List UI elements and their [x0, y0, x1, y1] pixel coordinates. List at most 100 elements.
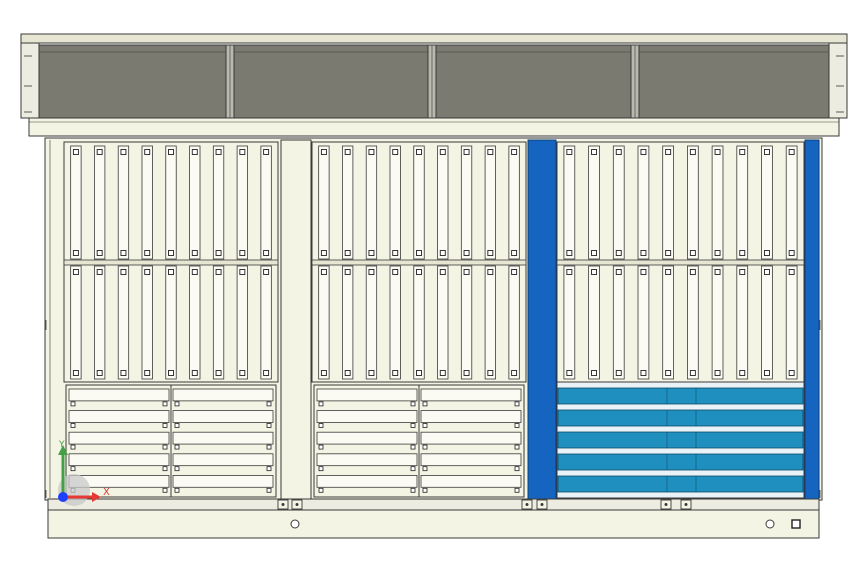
rack-slat	[189, 265, 201, 380]
rack-slat	[588, 265, 600, 380]
rack-slat	[563, 265, 576, 380]
rack-slat	[637, 265, 650, 380]
rack-slat	[612, 265, 625, 380]
z-axis-dot	[58, 492, 68, 502]
rack-slat	[413, 145, 425, 260]
rack-slat	[687, 145, 699, 260]
drawer	[172, 388, 274, 402]
highlighted-drawer	[557, 453, 804, 471]
drawer	[68, 431, 170, 445]
rack-slat	[94, 145, 106, 260]
rack-slat	[761, 265, 773, 380]
lifting-hole-left	[290, 519, 300, 529]
rack-slat	[165, 145, 177, 260]
rack-slat	[662, 145, 674, 260]
drawer	[68, 388, 170, 402]
rack-slat	[212, 265, 225, 380]
rack-bay-1	[63, 141, 279, 498]
rack-slat	[189, 145, 201, 260]
rack-slat	[484, 145, 496, 260]
rack-slat	[236, 145, 248, 260]
drawer	[420, 410, 522, 423]
drawer	[420, 453, 522, 467]
roof-right-cap	[828, 42, 848, 119]
highlighted-drawer-block	[556, 381, 805, 499]
rack-slat	[736, 145, 749, 260]
cad-viewport[interactable]: X Y	[0, 0, 867, 562]
drawer	[172, 474, 274, 488]
highlighted-post-right	[804, 139, 820, 501]
y-axis-label: Y	[58, 440, 65, 450]
rack-slat	[711, 145, 724, 260]
drawer	[316, 453, 418, 467]
rack-slat	[508, 265, 520, 380]
base-plate	[47, 509, 820, 539]
drawer	[316, 431, 418, 445]
rack-slat	[141, 145, 153, 260]
highlighted-drawer	[557, 475, 804, 493]
rack-slat	[785, 145, 798, 260]
rack-slat	[117, 145, 130, 260]
highlighted-drawer	[557, 431, 804, 449]
rack-slat	[70, 145, 82, 260]
drawer	[420, 388, 522, 402]
drawer	[316, 410, 418, 423]
enclosure-drawing: X Y	[20, 33, 848, 539]
roof-canopy	[20, 33, 848, 137]
rack-slat	[212, 145, 225, 260]
rack-slat	[94, 265, 106, 380]
rack-slat	[260, 145, 272, 260]
rack-divider	[311, 259, 527, 266]
drawer	[172, 410, 274, 423]
drawer	[68, 453, 170, 467]
rack-slat	[785, 265, 798, 380]
drawer	[172, 431, 274, 445]
rack-slat	[141, 265, 153, 380]
rack-slat	[687, 265, 699, 380]
rack-slat	[413, 265, 425, 380]
rack-bay-2	[311, 141, 527, 498]
drawer	[316, 388, 418, 402]
rack-bays	[63, 139, 820, 501]
highlighted-post-left	[527, 139, 557, 501]
rack-slat	[761, 145, 773, 260]
rack-slat	[389, 265, 401, 380]
rack-slat	[508, 145, 520, 260]
rack-divider	[556, 259, 805, 266]
rack-slat	[236, 265, 248, 380]
drawer	[420, 474, 522, 488]
rack-slat	[460, 265, 473, 380]
rack-slat	[563, 145, 576, 260]
rack-bay-3	[527, 139, 820, 501]
rack-slat	[437, 145, 449, 260]
center-post	[280, 139, 312, 501]
rack-slat	[318, 145, 330, 260]
roof-left-cap	[20, 42, 40, 119]
rack-slat	[662, 265, 674, 380]
rack-slat	[365, 145, 378, 260]
rack-slat	[165, 265, 177, 380]
lifting-hole-right	[765, 519, 775, 529]
rack-slat	[389, 145, 401, 260]
drawer	[316, 474, 418, 488]
rack-slat	[260, 265, 272, 380]
rack-slat	[342, 265, 354, 380]
rack-slat	[70, 265, 82, 380]
highlighted-drawer	[557, 409, 804, 427]
rack-slat	[736, 265, 749, 380]
rack-slat	[365, 265, 378, 380]
rack-slat	[437, 265, 449, 380]
rack-slat	[711, 265, 724, 380]
rack-slat	[460, 145, 473, 260]
rack-slat	[342, 145, 354, 260]
rack-slat	[318, 265, 330, 380]
highlighted-drawer	[557, 387, 804, 405]
base-top-rail	[47, 498, 820, 511]
rack-slat	[588, 145, 600, 260]
roof-top-rail	[20, 33, 848, 44]
drawer	[420, 431, 522, 445]
rack-slat	[484, 265, 496, 380]
x-axis-label: X	[103, 487, 110, 498]
drawer	[68, 410, 170, 423]
rack-slat	[117, 265, 130, 380]
